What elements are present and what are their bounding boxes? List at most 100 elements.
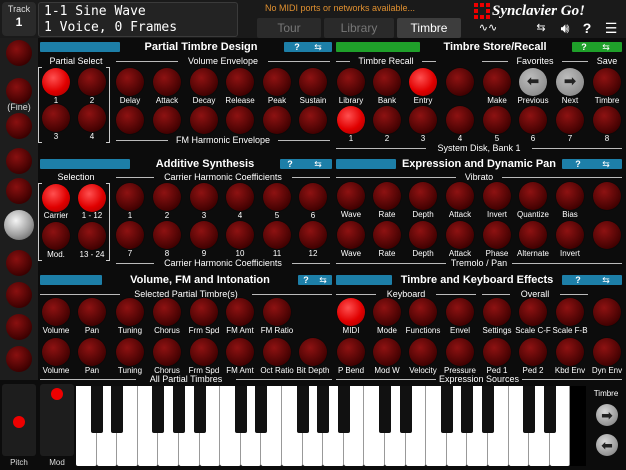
sel-tuning-button[interactable] xyxy=(116,298,144,326)
black-key[interactable] xyxy=(440,386,453,433)
all-bit-depth-button[interactable] xyxy=(299,338,327,366)
black-key[interactable] xyxy=(461,386,474,433)
harmonic-1-button[interactable] xyxy=(116,183,144,211)
vibrato-extra-button[interactable] xyxy=(593,182,621,210)
piano-keyboard[interactable] xyxy=(76,386,586,466)
black-key[interactable] xyxy=(337,386,350,433)
vibrato-rate-button[interactable] xyxy=(373,182,401,210)
entry-3-button[interactable] xyxy=(409,106,437,134)
link-icon[interactable]: ⇆ xyxy=(598,158,614,170)
menu-icon[interactable]: ☰ xyxy=(600,19,622,37)
vibrato-attack-button[interactable] xyxy=(446,182,474,210)
sustain-button[interactable] xyxy=(299,68,327,96)
help-icon[interactable]: ? xyxy=(578,19,596,37)
dynamic-envelope-button[interactable] xyxy=(593,338,621,366)
fine-button[interactable] xyxy=(6,40,32,66)
harmonic-7-button[interactable] xyxy=(116,221,144,249)
midi-button[interactable] xyxy=(337,298,365,326)
black-key[interactable] xyxy=(399,386,412,433)
tremolo-wave-button[interactable] xyxy=(337,221,365,249)
harmonic-8-button[interactable] xyxy=(153,221,181,249)
tab-tour[interactable]: Tour xyxy=(257,18,321,38)
black-key[interactable] xyxy=(317,386,330,433)
help-icon[interactable]: ? xyxy=(578,41,590,53)
bank-button[interactable] xyxy=(373,68,401,96)
pitch-button-7[interactable] xyxy=(6,314,32,340)
sel-volume-button[interactable] xyxy=(42,298,70,326)
save-timbre-button[interactable] xyxy=(593,68,621,96)
vibrato-wave-button[interactable] xyxy=(337,182,365,210)
all-pan-button[interactable] xyxy=(78,338,106,366)
pedal-1-button[interactable] xyxy=(483,338,511,366)
pitch-bend-button[interactable] xyxy=(337,338,365,366)
previous-favorite-button[interactable]: ⬅ xyxy=(519,68,547,96)
attack-button[interactable] xyxy=(153,68,181,96)
functions-button[interactable] xyxy=(409,298,437,326)
velocity-button[interactable] xyxy=(409,338,437,366)
entry-8-button[interactable] xyxy=(593,106,621,134)
partial-1-button[interactable] xyxy=(42,68,70,96)
next-timbre-button[interactable]: ➡ xyxy=(596,404,618,426)
entry-6-button[interactable] xyxy=(519,106,547,134)
vibrato-depth-button[interactable] xyxy=(409,182,437,210)
all-octave-ratio-button[interactable] xyxy=(263,338,291,366)
black-key[interactable] xyxy=(482,386,494,433)
harmonic-4-button[interactable] xyxy=(226,183,254,211)
speaker-icon[interactable]: 🔊︎ xyxy=(554,19,576,37)
fm-peak-button[interactable] xyxy=(263,106,291,134)
keyboard-envelope-button[interactable] xyxy=(556,338,584,366)
fm-sustain-button[interactable] xyxy=(299,106,327,134)
make-favorite-button[interactable] xyxy=(483,68,511,96)
tab-timbre[interactable]: Timbre xyxy=(397,18,461,38)
link-icon[interactable]: ⇆ xyxy=(310,41,326,53)
mod-wheel-button[interactable] xyxy=(373,338,401,366)
black-key[interactable] xyxy=(379,386,391,433)
fm-attack-button[interactable] xyxy=(153,106,181,134)
entry-2-button[interactable] xyxy=(373,106,401,134)
harmonic-5-button[interactable] xyxy=(263,183,291,211)
entry-7-button[interactable] xyxy=(556,106,584,134)
keyboard-extra-button[interactable] xyxy=(593,298,621,326)
help-icon[interactable]: ? xyxy=(300,274,312,286)
harmonic-6-button[interactable] xyxy=(299,183,327,211)
connection-icon[interactable]: ⇆ xyxy=(530,19,552,37)
settings-button[interactable] xyxy=(483,298,511,326)
vibrato-invert-button[interactable] xyxy=(483,182,511,210)
vibrato-bias-button[interactable] xyxy=(556,182,584,210)
black-key[interactable] xyxy=(173,386,185,433)
link-icon[interactable]: ⇆ xyxy=(598,41,614,53)
black-key[interactable] xyxy=(543,386,556,433)
entry-4-button[interactable] xyxy=(446,106,474,134)
pitch-button-3[interactable] xyxy=(6,148,32,174)
scale-c-f-button[interactable] xyxy=(519,298,547,326)
link-icon[interactable]: ⇆ xyxy=(316,274,330,286)
black-key[interactable] xyxy=(234,386,247,433)
help-icon[interactable]: ? xyxy=(572,274,584,286)
black-key[interactable] xyxy=(152,386,165,433)
entry-1-button[interactable] xyxy=(337,106,365,134)
partial-2-button[interactable] xyxy=(78,68,106,96)
harmonic-3-button[interactable] xyxy=(190,183,218,211)
mode-button[interactable] xyxy=(373,298,401,326)
tremolo-invert-button[interactable] xyxy=(556,221,584,249)
pressure-button[interactable] xyxy=(446,338,474,366)
pitch-button-5[interactable] xyxy=(6,250,32,276)
tab-library[interactable]: Library xyxy=(324,18,394,38)
previous-timbre-button[interactable]: ⬅ xyxy=(596,434,618,456)
pitch-button-6[interactable] xyxy=(6,282,32,308)
help-icon[interactable]: ? xyxy=(572,158,584,170)
library-button[interactable] xyxy=(337,68,365,96)
black-key[interactable] xyxy=(90,386,103,433)
envelope-button[interactable] xyxy=(446,298,474,326)
harmonic-11-button[interactable] xyxy=(263,221,291,249)
tremolo-depth-button[interactable] xyxy=(409,221,437,249)
link-icon[interactable]: ⇆ xyxy=(598,274,614,286)
black-key[interactable] xyxy=(296,386,309,433)
recall-extra-button[interactable] xyxy=(446,68,474,96)
pitch-button-2[interactable] xyxy=(6,113,32,139)
tremolo-extra-button[interactable] xyxy=(593,221,621,249)
black-key[interactable] xyxy=(193,386,206,433)
tremolo-phase-button[interactable] xyxy=(483,221,511,249)
release-button[interactable] xyxy=(226,68,254,96)
delay-button[interactable] xyxy=(116,68,144,96)
